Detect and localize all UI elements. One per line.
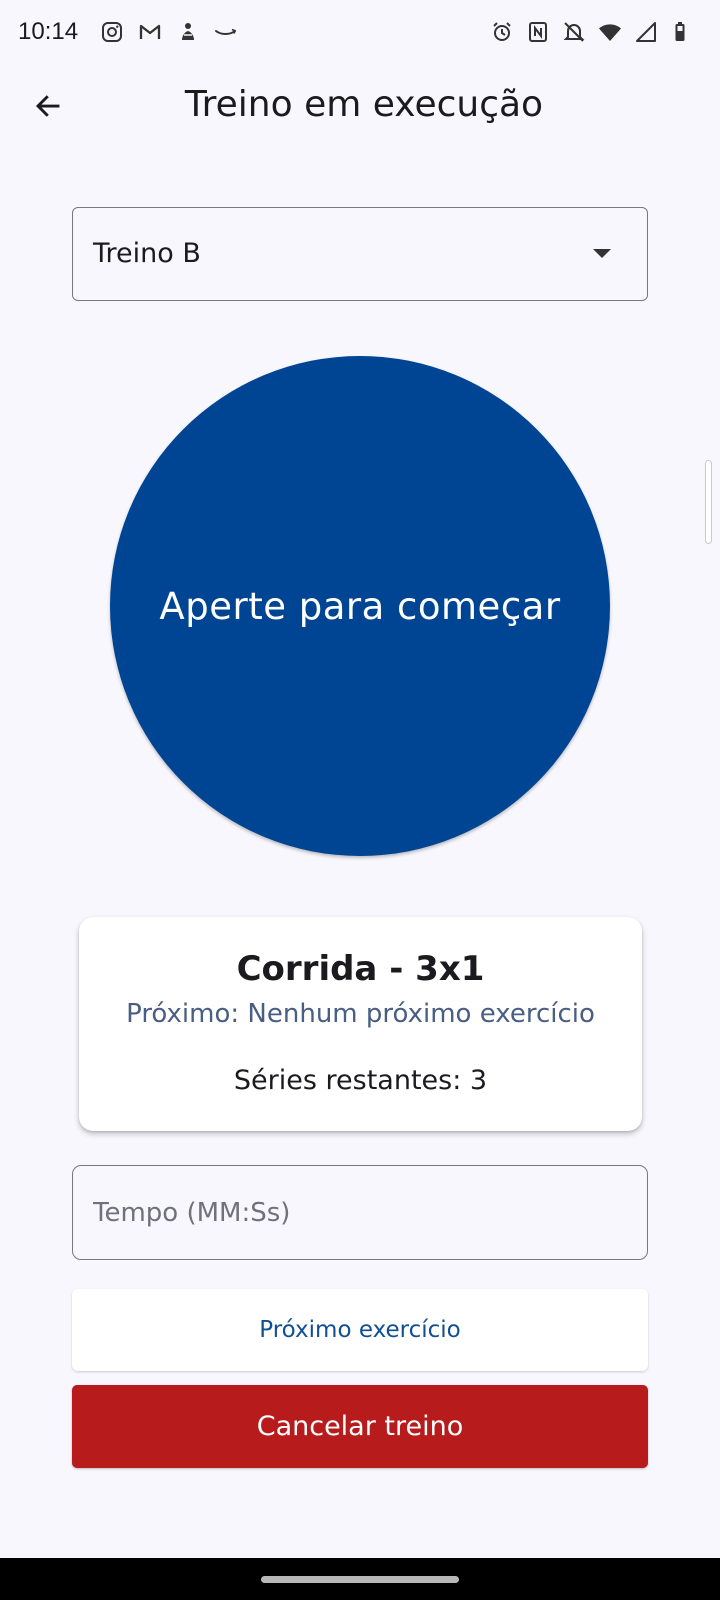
next-exercise-button[interactable]: Próximo exercício: [72, 1289, 648, 1371]
workout-selected-value: Treino B: [93, 238, 201, 269]
mute-icon: [562, 20, 586, 44]
signal-icon: [634, 20, 658, 44]
exercise-card: Corrida - 3x1 Próximo: Nenhum próximo ex…: [79, 917, 642, 1131]
home-indicator[interactable]: [261, 1576, 459, 1583]
wifi-icon: [598, 20, 622, 44]
series-remaining-text: Séries restantes: 3: [233, 1065, 488, 1096]
app-icon: [176, 20, 200, 44]
instagram-icon: [100, 20, 124, 44]
amazon-icon: [214, 20, 238, 44]
battery-icon: [670, 20, 694, 44]
status-bar: 10:14: [0, 0, 720, 68]
navigation-bar: [0, 1558, 720, 1600]
nfc-icon: [526, 20, 550, 44]
time-input[interactable]: [72, 1165, 648, 1260]
scrollbar-thumb[interactable]: [705, 460, 712, 544]
next-exercise-text: Próximo: Nenhum próximo exercício: [126, 999, 595, 1029]
status-time: 10:14: [18, 18, 79, 45]
app-bar: Treino em execução: [0, 68, 720, 148]
start-workout-button[interactable]: Aperte para começar: [110, 356, 610, 856]
notification-icons: [100, 20, 238, 44]
exercise-title: Corrida - 3x1: [236, 949, 485, 989]
workout-dropdown[interactable]: Treino B: [72, 207, 648, 301]
cancel-workout-button[interactable]: Cancelar treino: [72, 1385, 648, 1468]
gmail-icon: [138, 20, 162, 44]
start-button-label: Aperte para começar: [159, 584, 561, 628]
page-title: Treino em execução: [184, 84, 544, 125]
alarm-icon: [490, 20, 514, 44]
system-icons: [490, 20, 694, 44]
dropdown-arrow-icon: [593, 249, 611, 258]
